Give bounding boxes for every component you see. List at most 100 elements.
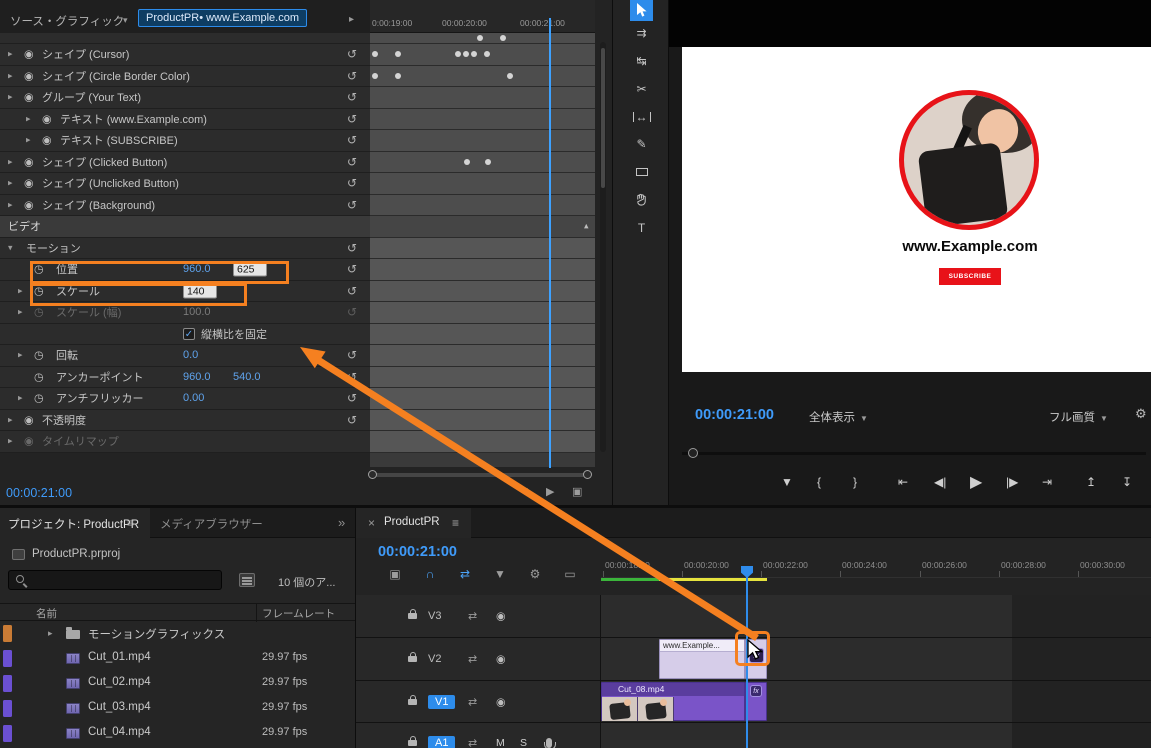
visibility-eye-icon[interactable]: ◉ (42, 134, 52, 147)
reset-icon[interactable]: ↺ (347, 262, 357, 276)
vertical-scrollbar-handle[interactable] (601, 48, 605, 188)
reset-icon[interactable]: ↺ (347, 241, 357, 255)
reset-icon[interactable]: ↺ (347, 391, 357, 405)
panel-menu-icon[interactable]: ≡ (452, 516, 459, 530)
row-keyframe-lane[interactable] (370, 409, 595, 431)
keyframe-marker[interactable] (372, 72, 378, 79)
keyframe-marker[interactable] (372, 51, 378, 58)
property-value[interactable]: 0.00 (183, 392, 204, 404)
reset-icon[interactable]: ↺ (347, 413, 357, 427)
ripple-edit-tool[interactable]: ↹ (630, 50, 653, 71)
project-item-row[interactable]: Cut_01.mp4 29.97 fps (0, 646, 355, 671)
track-output-eye-icon[interactable]: ◉ (496, 653, 506, 666)
column-framerate[interactable]: フレームレート (262, 606, 335, 621)
timeline-timecode[interactable]: 00:00:21:00 (378, 544, 457, 560)
label-color-chip[interactable] (3, 650, 12, 667)
type-tool[interactable]: T (630, 217, 653, 238)
footer-play-icon[interactable]: ▶ (546, 485, 554, 498)
expand-chevron-icon[interactable]: ▸ (8, 92, 13, 103)
project-file-name[interactable]: ProductPR.prproj (32, 548, 120, 560)
stopwatch-icon[interactable]: ◷ (34, 392, 44, 405)
playback-quality-select[interactable]: フル画質 ▼ (1049, 409, 1108, 425)
mark-out-button[interactable]: } (853, 471, 857, 493)
sync-lock-icon[interactable]: ⇄ (468, 653, 477, 666)
property-value[interactable]: 0.0 (183, 349, 198, 361)
row-keyframe-lane[interactable] (370, 194, 595, 216)
footer-triangle-icon[interactable]: ▼ (520, 486, 530, 497)
expand-chevron-icon[interactable]: ▸ (8, 199, 13, 210)
expand-chevron-icon[interactable]: ▸ (8, 49, 13, 60)
row-keyframe-lane[interactable] (370, 44, 595, 66)
reset-icon[interactable]: ↺ (347, 112, 357, 126)
row-keyframe-lane[interactable] (370, 388, 595, 410)
expand-chevron-icon[interactable]: ▸ (8, 178, 13, 189)
add-marker-button[interactable]: ▼ (781, 471, 793, 493)
track-output-eye-icon[interactable]: ◉ (496, 610, 506, 623)
keyframe-marker[interactable] (485, 158, 491, 165)
label-color-chip[interactable] (3, 675, 12, 692)
column-divider[interactable] (256, 604, 257, 622)
project-item-row[interactable]: Cut_04.mp4 29.97 fps (0, 721, 355, 746)
zoom-handle-left[interactable] (368, 470, 377, 479)
track-target-button[interactable]: V1 (428, 694, 456, 709)
column-name[interactable]: 名前 (36, 606, 57, 621)
track-output-eye-icon[interactable]: ◉ (496, 695, 506, 708)
active-clip-tab[interactable]: ProductPR• www.Example.com (138, 9, 308, 27)
stopwatch-icon[interactable]: ◷ (34, 349, 44, 362)
expand-chevron-icon[interactable]: ▸ (26, 135, 31, 146)
footer-grid-icon[interactable]: ▣ (572, 485, 582, 498)
tab-media-browser[interactable]: メディアブラウザー (160, 516, 263, 532)
row-keyframe-lane[interactable] (370, 33, 595, 44)
row-keyframe-lane[interactable] (370, 65, 595, 87)
fx-eye-icon[interactable]: ◉ (24, 413, 34, 426)
track-a1-lane[interactable] (601, 723, 1151, 748)
sync-lock-icon[interactable]: ⇄ (468, 695, 477, 708)
expand-chevron-icon[interactable]: ▸ (8, 414, 13, 425)
visibility-eye-icon[interactable]: ◉ (24, 155, 34, 168)
graphic-clip[interactable]: www.Example... (659, 639, 745, 679)
track-v1-lane[interactable]: fx Cut_08.mp4 fx (601, 681, 1151, 723)
track-target-button[interactable]: V2 (428, 653, 441, 665)
reset-icon[interactable]: ↺ (347, 305, 357, 319)
more-tabs-icon[interactable]: » (338, 515, 345, 530)
reset-icon[interactable]: ↺ (347, 198, 357, 212)
go-to-in-button[interactable]: ⇤ (898, 471, 908, 493)
sequence-tab-label[interactable]: ProductPR (384, 516, 440, 528)
keyframe-marker[interactable] (500, 35, 506, 41)
search-input[interactable] (8, 570, 222, 590)
add-marker-icon[interactable]: ▼ (491, 566, 509, 582)
play-button[interactable]: ▶ (970, 471, 982, 493)
label-color-chip[interactable] (3, 625, 12, 642)
track-v3-lane[interactable] (601, 595, 1151, 638)
snap-icon[interactable]: ∩ (421, 566, 439, 582)
property-value[interactable]: 540.0 (233, 371, 261, 383)
row-keyframe-lane[interactable] (370, 130, 595, 152)
row-keyframe-lane[interactable] (370, 345, 595, 367)
track-select-forward-tool[interactable]: ⇉ (630, 22, 653, 43)
label-color-chip[interactable] (3, 725, 12, 742)
lock-icon[interactable] (408, 735, 417, 746)
expand-chevron-icon[interactable]: ▸ (8, 156, 13, 167)
effect-controls-time-ruler[interactable]: 0:00:19:00 00:00:20:00 00:00:21:00 (370, 0, 595, 33)
rectangle-tool[interactable] (630, 161, 653, 182)
reset-icon[interactable]: ↺ (347, 69, 357, 83)
expand-chevron-icon[interactable]: ▸ (18, 285, 23, 296)
expand-chevron-icon[interactable]: ▸ (26, 113, 31, 124)
collapse-chevron-icon[interactable]: ▾ (8, 242, 13, 253)
go-to-out-button[interactable]: ⇥ (1042, 471, 1052, 493)
reset-icon[interactable]: ↺ (347, 133, 357, 147)
keyframe-marker[interactable] (395, 72, 401, 79)
expand-chevron-icon[interactable]: ▸ (18, 393, 23, 404)
row-keyframe-lane[interactable]: ▴ (370, 216, 595, 238)
keyframe-marker[interactable] (455, 51, 461, 58)
horizontal-zoom-scrollbar[interactable] (372, 473, 590, 477)
reset-icon[interactable]: ↺ (347, 176, 357, 190)
solo-button[interactable]: S (520, 737, 527, 748)
sync-lock-icon[interactable]: ⇄ (468, 736, 477, 748)
reset-icon[interactable]: ↺ (347, 47, 357, 61)
reset-icon[interactable]: ↺ (347, 90, 357, 104)
mute-button[interactable]: M (496, 737, 505, 748)
reset-icon[interactable]: ↺ (347, 284, 357, 298)
track-v2-lane[interactable]: www.Example... fx (601, 638, 1151, 681)
timeline-settings-icon[interactable]: ⚙ (526, 566, 544, 582)
